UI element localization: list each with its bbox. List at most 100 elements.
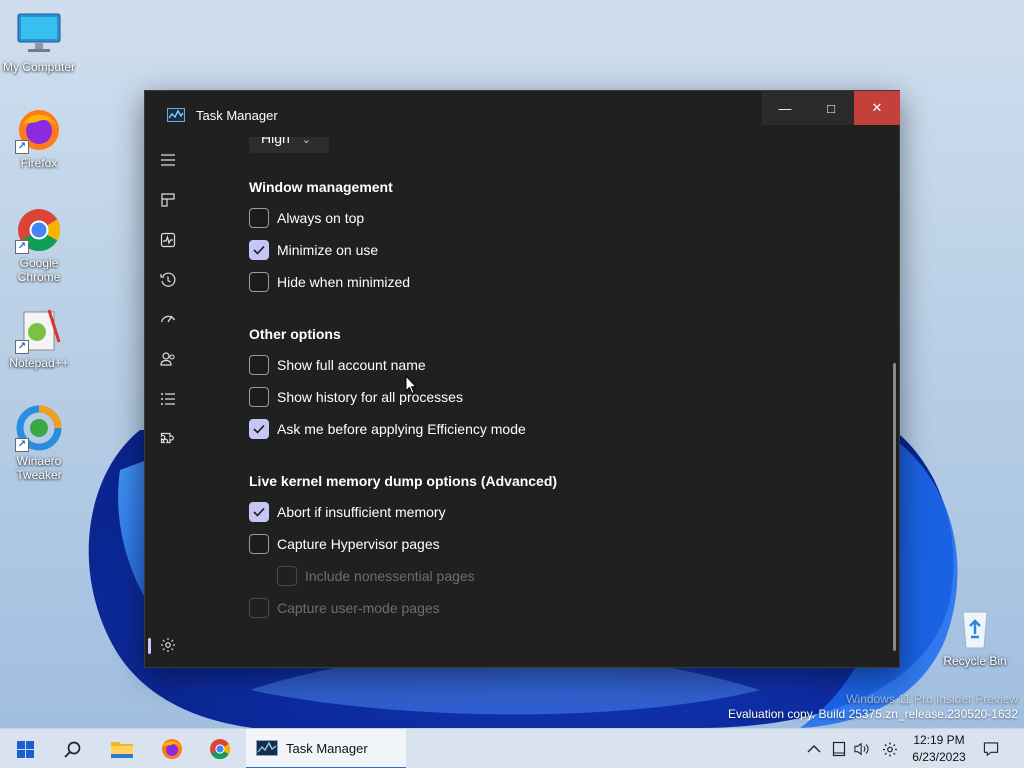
checkmark-icon xyxy=(253,507,265,517)
desktop-icon-notepadpp[interactable]: ↗ Notepad++ xyxy=(0,306,79,370)
recycle-bin-icon xyxy=(951,604,999,652)
file-explorer-icon xyxy=(111,742,133,758)
taskbar-file-explorer[interactable] xyxy=(102,729,142,768)
monitor-icon xyxy=(15,10,63,58)
nav-startup-apps[interactable] xyxy=(145,301,191,337)
desktop-icon-winaero-tweaker[interactable]: ↗ Winaero Tweaker xyxy=(0,404,79,482)
nav-app-history[interactable] xyxy=(145,262,191,298)
priority-dropdown-value: High xyxy=(261,137,290,146)
option-label: Show full account name xyxy=(277,357,426,373)
startup-apps-icon xyxy=(160,315,176,323)
watermark-build: Evaluation copy. Build 25375.zn_release.… xyxy=(728,707,1018,721)
show-hidden-icons-button[interactable] xyxy=(806,741,822,757)
taskbar-chrome[interactable] xyxy=(200,729,240,768)
desktop-icon-recycle-bin[interactable]: Recycle Bin xyxy=(935,604,1015,668)
checkmark-icon xyxy=(253,424,265,434)
checkbox-hide-when-minimized[interactable] xyxy=(249,272,269,292)
nav-menu-button[interactable] xyxy=(145,142,191,178)
task-manager-window[interactable]: Task Manager — □ ✕ High ⌄ Window managem… xyxy=(144,90,900,668)
task-manager-app-icon xyxy=(167,108,185,122)
desktop-icon-label: My Computer xyxy=(2,60,76,74)
shortcut-arrow-icon: ↗ xyxy=(15,140,29,154)
taskbar-task-manager[interactable]: Task Manager xyxy=(246,729,406,768)
option-ask-efficiency-mode[interactable]: Ask me before applying Efficiency mode xyxy=(249,418,526,440)
firefox-icon: ↗ xyxy=(15,106,63,154)
option-hide-when-minimized[interactable]: Hide when minimized xyxy=(249,271,410,293)
details-icon xyxy=(161,393,175,405)
minimize-button[interactable]: — xyxy=(762,91,808,125)
option-label: Hide when minimized xyxy=(277,274,411,290)
checkbox-capture-user-mode-pages xyxy=(249,598,269,618)
desktop-icon-google-chrome[interactable]: ↗ Google Chrome xyxy=(0,206,79,284)
option-always-on-top[interactable]: Always on top xyxy=(249,207,364,229)
minimize-icon: — xyxy=(778,100,792,116)
desktop-icon-firefox[interactable]: ↗ Firefox xyxy=(0,106,79,170)
option-label: Capture user-mode pages xyxy=(277,600,440,616)
nav-services[interactable] xyxy=(145,422,191,458)
tray-volume-button[interactable] xyxy=(854,741,870,757)
checkbox-show-full-account-name[interactable] xyxy=(249,355,269,375)
option-label: Capture Hypervisor pages xyxy=(277,536,440,552)
nav-performance[interactable] xyxy=(145,222,191,258)
tray-tablet-button[interactable] xyxy=(831,741,847,757)
search-button[interactable] xyxy=(52,729,92,768)
maximize-button[interactable]: □ xyxy=(808,91,854,125)
settings-gear-icon xyxy=(883,742,897,756)
option-capture-user-mode-pages: Capture user-mode pages xyxy=(249,597,440,619)
processes-icon xyxy=(161,193,175,207)
section-title-window-management: Window management xyxy=(249,179,393,195)
settings-icon xyxy=(161,638,175,652)
nav-details[interactable] xyxy=(145,381,191,417)
priority-dropdown[interactable]: High ⌄ xyxy=(249,137,329,153)
performance-icon xyxy=(160,232,176,248)
checkbox-ask-efficiency-mode[interactable] xyxy=(249,419,269,439)
start-button[interactable] xyxy=(6,729,44,768)
section-title-kernel-dump: Live kernel memory dump options (Advance… xyxy=(249,473,558,489)
checkbox-capture-hypervisor-pages[interactable] xyxy=(249,534,269,554)
option-minimize-on-use[interactable]: Minimize on use xyxy=(249,239,378,261)
desktop-icon-my-computer[interactable]: My Computer xyxy=(0,10,79,74)
section-title-other-options: Other options xyxy=(249,326,341,342)
navigation-rail xyxy=(145,137,191,667)
close-button[interactable]: ✕ xyxy=(854,91,900,125)
services-icon xyxy=(160,432,174,444)
taskbar-clock[interactable]: 12:19 PM 6/23/2023 xyxy=(906,732,972,766)
tablet-icon xyxy=(832,741,846,757)
maximize-icon: □ xyxy=(827,100,835,116)
window-title: Task Manager xyxy=(196,108,278,123)
watermark-edition: Windows 11 Pro Insider Preview xyxy=(846,692,1018,706)
notification-center-button[interactable] xyxy=(983,741,999,757)
notification-icon xyxy=(983,742,999,757)
hamburger-menu-icon xyxy=(161,154,175,166)
option-label: Abort if insufficient memory xyxy=(277,504,446,520)
windows-watermark: Windows 11 Pro Insider Preview Evaluatio… xyxy=(578,692,1018,722)
option-label: Ask me before applying Efficiency mode xyxy=(277,421,526,437)
checkbox-minimize-on-use[interactable] xyxy=(249,240,269,260)
nav-processes[interactable] xyxy=(145,182,191,218)
checkbox-abort-insufficient-memory[interactable] xyxy=(249,502,269,522)
winaero-icon: ↗ xyxy=(15,404,63,452)
tray-settings-button[interactable] xyxy=(882,741,898,757)
clock-time: 12:19 PM xyxy=(913,733,965,747)
option-abort-insufficient-memory[interactable]: Abort if insufficient memory xyxy=(249,501,446,523)
option-show-full-account-name[interactable]: Show full account name xyxy=(249,354,426,376)
content-scrollbar[interactable] xyxy=(893,363,896,651)
option-show-history-all-processes[interactable]: Show history for all processes xyxy=(249,386,463,408)
desktop-icon-label: Winaero Tweaker xyxy=(16,454,62,482)
desktop-icon-label: Notepad++ xyxy=(9,356,69,370)
chevron-up-icon xyxy=(807,745,821,753)
option-capture-hypervisor-pages[interactable]: Capture Hypervisor pages xyxy=(249,533,440,555)
shortcut-arrow-icon: ↗ xyxy=(15,438,29,452)
chrome-icon xyxy=(210,739,231,760)
checkbox-show-history-all-processes[interactable] xyxy=(249,387,269,407)
app-history-icon xyxy=(160,272,176,287)
checkbox-include-nonessential-pages xyxy=(277,566,297,586)
title-bar[interactable]: Task Manager — □ ✕ xyxy=(145,91,900,137)
checkbox-always-on-top[interactable] xyxy=(249,208,269,228)
taskbar-firefox[interactable] xyxy=(152,729,192,768)
nav-settings[interactable] xyxy=(145,627,191,663)
nav-users[interactable] xyxy=(145,341,191,377)
option-include-nonessential-pages: Include nonessential pages xyxy=(277,565,475,587)
mouse-cursor-icon xyxy=(405,375,417,395)
option-label: Include nonessential pages xyxy=(305,568,475,584)
